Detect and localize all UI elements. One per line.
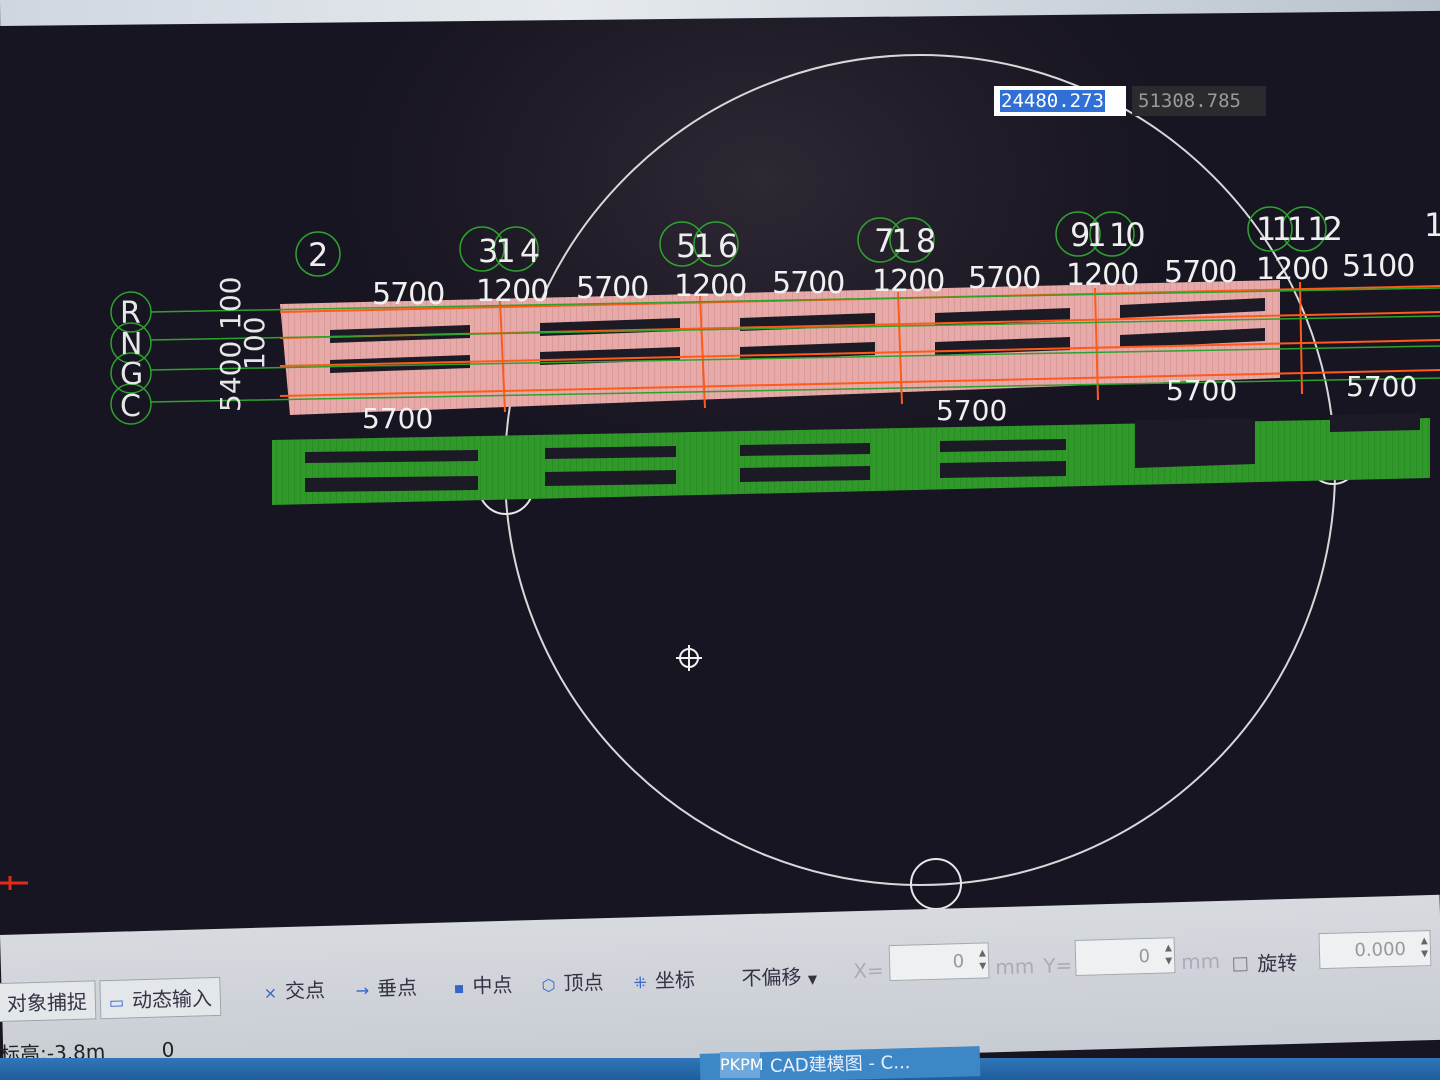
snap-perpendicular[interactable]: → 垂点 bbox=[355, 971, 417, 1002]
vertex-icon: ⬡ bbox=[541, 975, 556, 995]
y-label: Y= bbox=[1042, 953, 1073, 978]
y-unit: mm bbox=[1180, 948, 1221, 975]
dim-top-1: 5700 bbox=[372, 277, 444, 312]
snap-intersection[interactable]: × 交点 bbox=[263, 974, 325, 1005]
checkbox-icon bbox=[1233, 957, 1248, 972]
intersection-icon: × bbox=[263, 983, 278, 1003]
col-label-edge: 1 bbox=[1424, 206, 1440, 244]
snap-intersection-label: 交点 bbox=[284, 977, 326, 1004]
snap-vertex[interactable]: ⬡ 顶点 bbox=[541, 966, 604, 997]
col-label-2: 2 bbox=[308, 236, 328, 274]
dim-bot-1: 5700 bbox=[362, 402, 433, 435]
x-label: X= bbox=[853, 958, 885, 984]
rotate-checkbox[interactable]: 旋转 bbox=[1233, 947, 1298, 978]
col-label-3-4: 31 4 bbox=[478, 232, 539, 270]
midpoint-icon: ▪ bbox=[453, 978, 465, 998]
snap-coordinate[interactable]: ⁜ 坐标 bbox=[633, 964, 695, 995]
y-spinner-icon[interactable]: ▲ ▼ bbox=[1165, 942, 1173, 968]
dim-top-10: 1200 bbox=[1256, 252, 1328, 287]
y-offset-value: 0 bbox=[1138, 945, 1151, 968]
coord-x-value: 24480.273 bbox=[1000, 90, 1105, 112]
dim-top-3: 5700 bbox=[576, 271, 648, 306]
snap-midpoint[interactable]: ▪ 中点 bbox=[453, 969, 513, 1000]
offset-dropdown[interactable]: 不偏移 ▼ bbox=[741, 960, 817, 991]
offset-label: 不偏移 bbox=[741, 964, 802, 991]
snap-perpendicular-label: 垂点 bbox=[376, 975, 418, 1001]
dim-top-2: 1200 bbox=[476, 274, 548, 309]
perpendicular-icon: → bbox=[355, 980, 370, 1001]
y-offset-input[interactable]: 0 ▲ ▼ bbox=[1074, 937, 1176, 976]
side-dim-100b: 100 bbox=[238, 317, 271, 370]
crosshair-cursor-icon bbox=[676, 645, 702, 671]
x-unit: mm bbox=[994, 954, 1035, 980]
dim-bot-4: 5700 bbox=[1346, 370, 1417, 403]
dim-top-11: 5100 bbox=[1342, 249, 1414, 284]
snap-midpoint-label: 中点 bbox=[472, 972, 513, 998]
object-snap-button[interactable]: 对象捕捉 bbox=[0, 980, 97, 1023]
dim-top-9: 5700 bbox=[1164, 255, 1236, 290]
green-structure bbox=[272, 413, 1430, 505]
coord-x-input[interactable]: 24480.273 bbox=[994, 86, 1126, 116]
row-axis-labels: R N G C bbox=[120, 296, 143, 424]
ucs-icon bbox=[0, 876, 28, 890]
cad-window: { "coords": { "x": "24480.273", "y": "51… bbox=[0, 0, 1440, 1080]
x-offset-input[interactable]: 0 ▲ ▼ bbox=[888, 942, 990, 982]
dim-top-6: 1200 bbox=[872, 264, 944, 299]
snap-vertex-label: 顶点 bbox=[563, 970, 604, 996]
col-label-9-10: 91 10 bbox=[1070, 216, 1144, 254]
dim-bot-3: 5700 bbox=[1166, 374, 1237, 407]
col-label-11-12: 111 12 bbox=[1256, 210, 1341, 248]
dim-top-4: 1200 bbox=[674, 269, 746, 304]
pink-structure bbox=[279, 280, 1440, 415]
x-spinner-icon[interactable]: ▲ ▼ bbox=[979, 947, 987, 973]
pkpm-app-icon[interactable]: PKPM bbox=[720, 1052, 764, 1078]
coordinate-icon: ⁜ bbox=[633, 972, 648, 993]
snap-coordinate-label: 坐标 bbox=[654, 967, 696, 993]
col-label-7-8: 71 8 bbox=[874, 222, 935, 260]
rotate-angle-value: 0.000 bbox=[1354, 938, 1407, 962]
dim-top-8: 1200 bbox=[1066, 258, 1138, 293]
row-label-r: R bbox=[120, 296, 141, 331]
taskbar-window-title: CAD建模图 - C... bbox=[769, 1052, 911, 1077]
x-offset-value: 0 bbox=[952, 951, 965, 973]
dynamic-input-icon: ▭ bbox=[108, 992, 125, 1012]
rotate-spinner-icon[interactable]: ▲ ▼ bbox=[1421, 935, 1429, 961]
col-label-5-6: 51 6 bbox=[676, 227, 737, 265]
dim-bot-2: 5700 bbox=[936, 394, 1007, 427]
dynamic-input-button[interactable]: ▭ 动态输入 bbox=[99, 976, 222, 1020]
dim-top-7: 5700 bbox=[968, 261, 1040, 296]
dim-top-5: 5700 bbox=[772, 266, 844, 301]
rotate-angle-input[interactable]: 0.000 ▲ ▼ bbox=[1318, 930, 1432, 970]
rotate-label: 旋转 bbox=[1256, 950, 1298, 976]
row-label-c: C bbox=[120, 389, 141, 424]
dynamic-input-label: 动态输入 bbox=[131, 986, 213, 1013]
chevron-down-icon: ▼ bbox=[807, 972, 818, 987]
row-label-g: G bbox=[120, 357, 143, 392]
coord-y-input[interactable]: 51308.785 bbox=[1132, 86, 1266, 116]
